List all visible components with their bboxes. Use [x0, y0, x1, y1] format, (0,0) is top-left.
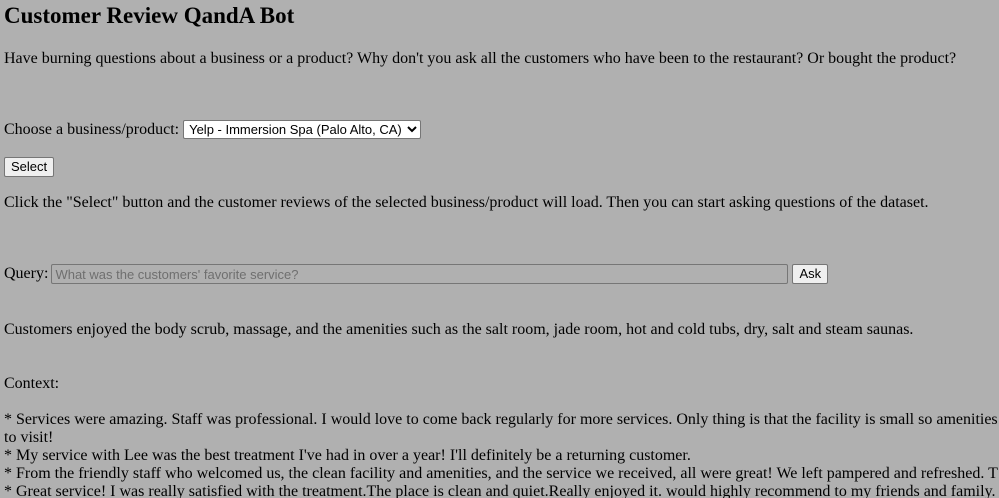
select-button[interactable]: Select — [4, 157, 55, 177]
context-label: Context: — [4, 375, 60, 392]
business-selector-row: Choose a business/product: Yelp - Immers… — [4, 120, 422, 139]
context-line: * From the friendly staff who welcomed u… — [4, 465, 998, 482]
context-list: * Services were amazing. Staff was profe… — [4, 411, 999, 498]
answer-text: Customers enjoyed the body scrub, massag… — [4, 321, 914, 338]
business-selector-label: Choose a business/product: — [4, 120, 180, 138]
ask-button[interactable]: Ask — [792, 264, 829, 284]
query-input[interactable] — [51, 264, 789, 284]
query-row: Query: Ask — [4, 264, 829, 284]
context-line: * Great service! I was really satisfied … — [4, 483, 996, 498]
intro-text: Have burning questions about a business … — [4, 50, 957, 67]
context-line: * Services were amazing. Staff was profe… — [4, 411, 998, 428]
query-label: Query: — [4, 265, 49, 282]
context-line: to visit! — [4, 429, 54, 446]
page-title: Customer Review QandA Bot — [4, 3, 295, 28]
instructions-text: Click the "Select" button and the custom… — [4, 194, 929, 211]
business-select[interactable]: Yelp - Immersion Spa (Palo Alto, CA) — [183, 120, 422, 139]
context-line: * My service with Lee was the best treat… — [4, 447, 691, 464]
